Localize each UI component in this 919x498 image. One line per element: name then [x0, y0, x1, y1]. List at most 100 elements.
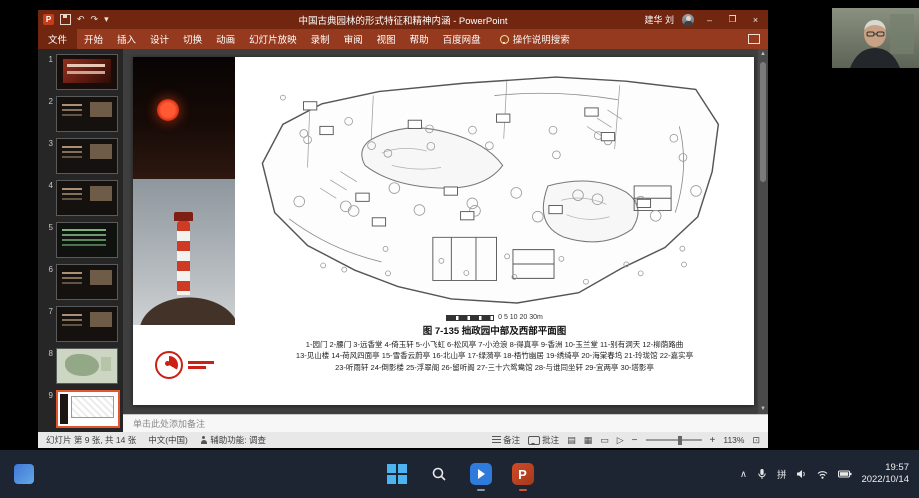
zoom-slider-thumb[interactable]	[678, 436, 682, 445]
slide-thumbnail-row[interactable]: 1	[42, 54, 123, 90]
volume-icon[interactable]	[795, 468, 807, 480]
slide-thumbnail-2[interactable]	[56, 96, 118, 132]
webcam-video-tile[interactable]	[832, 8, 919, 68]
notes-icon	[492, 436, 501, 444]
scroll-up-icon[interactable]: ▲	[760, 49, 766, 59]
university-logo	[133, 325, 235, 405]
slide-thumbnail-row[interactable]: 2	[42, 96, 123, 132]
redo-icon[interactable]: ↷	[91, 14, 99, 25]
slide-thumbnail-row[interactable]: 4	[42, 180, 123, 216]
battery-icon[interactable]	[838, 469, 852, 479]
meeting-app-button[interactable]	[468, 461, 494, 487]
minimize-button[interactable]: –	[702, 15, 717, 25]
slide-thumbnail-1[interactable]	[56, 54, 118, 90]
slide-thumbnail-row[interactable]: 6	[42, 264, 123, 300]
hidden-icons-chevron[interactable]: ∧	[740, 469, 747, 480]
system-tray: ∧ 拼 19:57 2022/10/14	[740, 462, 909, 486]
ribbon-tab-5[interactable]: 切换	[176, 29, 209, 49]
plan-pavilion-mark	[444, 187, 457, 195]
scrollbar-thumb[interactable]	[760, 62, 766, 182]
lighthouse-cap-shape	[174, 212, 193, 221]
slide-thumbnail-7[interactable]	[56, 306, 118, 342]
slide-thumbnail-row[interactable]: 9	[42, 390, 123, 428]
ribbon-tab-strip: 文件开始插入设计切换动画幻灯片放映录制审阅视图帮助百度网盘 操作说明搜索	[38, 29, 768, 49]
ime-pinyin-indicator[interactable]: 拼	[777, 467, 787, 481]
notes-toggle-button[interactable]: 备注	[492, 434, 520, 446]
slide-thumbnail-8[interactable]	[56, 348, 118, 384]
title-bar-controls: 建华 刘 – ❐ ×	[644, 13, 763, 26]
search-icon	[431, 466, 447, 482]
ribbon-tab-10[interactable]: 视图	[370, 29, 403, 49]
ribbon-tab-11[interactable]: 帮助	[403, 29, 436, 49]
slide-thumbnail-row[interactable]: 5	[42, 222, 123, 258]
slide-thumbnail-row[interactable]: 8	[42, 348, 123, 384]
zoom-out-button[interactable]: −	[632, 435, 638, 446]
search-button[interactable]	[426, 461, 452, 487]
clock-date: 2022/10/14	[861, 474, 909, 486]
signed-in-user[interactable]: 建华 刘	[644, 13, 674, 26]
workspace: 12345678910	[38, 49, 768, 432]
garden-plan-drawing	[248, 63, 741, 313]
accessibility-status[interactable]: 辅助功能: 调查	[200, 434, 266, 446]
ribbon-tab-2[interactable]: 开始	[77, 29, 110, 49]
ribbon-tab-6[interactable]: 动画	[209, 29, 242, 49]
reading-view-button[interactable]: ▭	[600, 435, 609, 446]
slide-thumbnail-row[interactable]: 7	[42, 306, 123, 342]
network-icon[interactable]	[816, 468, 829, 480]
undo-icon[interactable]: ↶	[77, 14, 85, 25]
ribbon-tab-1[interactable]: 文件	[38, 29, 77, 49]
language-indicator[interactable]: 中文(中国)	[148, 434, 188, 446]
clock-time: 19:57	[861, 462, 909, 474]
start-button[interactable]	[384, 461, 410, 487]
slide-thumbnail-panel[interactable]: 12345678910	[38, 49, 123, 432]
accessibility-label: 辅助功能: 调查	[210, 434, 266, 446]
zoom-slider[interactable]	[646, 439, 702, 441]
university-logo-emblem-icon	[155, 351, 183, 379]
shared-screen: P ↶ ↷ ▾ 中国古典园林的形式特征和精神内涵 - PowerPoint 建华…	[0, 0, 919, 498]
normal-view-button[interactable]: ▤	[567, 435, 576, 446]
current-slide[interactable]: 0 5 10 20 30m 图 7-135 拙政园中部及西部平面图 1-园门 2…	[133, 57, 754, 405]
ribbon-tab-4[interactable]: 设计	[143, 29, 176, 49]
tell-me-search[interactable]: 操作说明搜索	[500, 32, 570, 46]
slide-thumbnail-5[interactable]	[56, 222, 118, 258]
ribbon-tab-3[interactable]: 插入	[110, 29, 143, 49]
plan-pavilion-mark	[356, 193, 369, 201]
fit-to-window-button[interactable]: ⊡	[752, 435, 760, 446]
slide-thumbnail-3[interactable]	[56, 138, 118, 174]
slide-thumbnail-row[interactable]: 3	[42, 138, 123, 174]
university-logo-text-marks	[188, 361, 214, 369]
ribbon-tab-8[interactable]: 录制	[304, 29, 337, 49]
slideshow-button[interactable]: ▷	[617, 435, 624, 446]
slide-thumbnail-6[interactable]	[56, 264, 118, 300]
notes-pane[interactable]: 单击此处添加备注	[123, 414, 768, 432]
slide-thumbnail-number: 3	[42, 138, 53, 148]
ribbon-tab-9[interactable]: 审阅	[337, 29, 370, 49]
zoom-in-button[interactable]: +	[710, 435, 716, 446]
slide-thumbnail-4[interactable]	[56, 180, 118, 216]
microphone-icon[interactable]	[756, 468, 768, 480]
slide-sorter-view-button[interactable]: ▦	[584, 435, 593, 446]
user-avatar[interactable]	[682, 14, 694, 26]
comments-share-icon[interactable]	[748, 34, 760, 44]
powerpoint-taskbar-button[interactable]: P	[510, 461, 536, 487]
quick-access-dropdown-icon[interactable]: ▾	[104, 14, 109, 25]
powerpoint-app-icon[interactable]: P	[43, 14, 54, 25]
scroll-down-icon[interactable]: ▼	[760, 404, 766, 414]
widgets-icon[interactable]	[14, 464, 34, 484]
status-bar: 幻灯片 第 9 张, 共 14 张 中文(中国) 辅助功能: 调查 备注 批注 …	[38, 432, 768, 448]
ribbon-tab-12[interactable]: 百度网盘	[436, 29, 488, 49]
slide-thumbnail-9[interactable]	[56, 390, 120, 428]
powerpoint-window: P ↶ ↷ ▾ 中国古典园林的形式特征和精神内涵 - PowerPoint 建华…	[38, 10, 768, 448]
close-button[interactable]: ×	[748, 15, 763, 25]
slide-canvas[interactable]: 0 5 10 20 30m 图 7-135 拙政园中部及西部平面图 1-园门 2…	[123, 49, 768, 414]
taskbar-clock[interactable]: 19:57 2022/10/14	[861, 462, 909, 486]
plan-pavilion-mark	[637, 199, 650, 207]
ribbon-tab-7[interactable]: 幻灯片放映	[242, 29, 304, 49]
zoom-level[interactable]: 113%	[723, 435, 744, 445]
maximize-button[interactable]: ❐	[725, 14, 740, 25]
comments-toggle-button[interactable]: 批注	[528, 434, 559, 446]
canvas-scrollbar[interactable]: ▲ ▼	[758, 49, 768, 414]
tell-me-label: 操作说明搜索	[513, 32, 570, 46]
save-icon[interactable]	[60, 14, 71, 25]
slide-thumbnail-number: 1	[42, 54, 53, 64]
